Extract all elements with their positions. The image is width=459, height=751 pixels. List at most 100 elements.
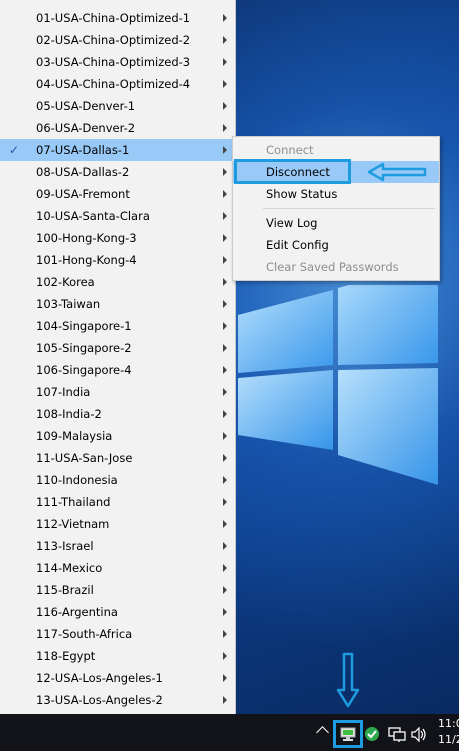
submenu-separator xyxy=(263,208,435,209)
menu-item-label: 108-India-2 xyxy=(36,407,102,421)
menu-item[interactable]: 03-USA-China-Optimized-3 xyxy=(0,51,235,73)
menu-item[interactable]: 10-USA-Santa-Clara xyxy=(0,205,235,227)
menu-item[interactable]: 108-India-2 xyxy=(0,403,235,425)
menu-item-label: 09-USA-Fremont xyxy=(36,187,130,201)
menu-item[interactable]: 118-Egypt xyxy=(0,645,235,667)
submenu-arrow-icon xyxy=(223,234,227,242)
menu-item-label: 115-Brazil xyxy=(36,583,94,597)
submenu-arrow-icon xyxy=(223,696,227,704)
menu-item-label: 08-USA-Dallas-2 xyxy=(36,165,130,179)
menu-item-label: 100-Hong-Kong-3 xyxy=(36,231,137,245)
submenu-item[interactable]: Show Status xyxy=(233,183,439,205)
submenu-item-label: Edit Config xyxy=(266,238,329,252)
menu-item[interactable]: 04-USA-China-Optimized-4 xyxy=(0,73,235,95)
menu-item[interactable]: 100-Hong-Kong-3 xyxy=(0,227,235,249)
menu-item-label: 107-India xyxy=(36,385,91,399)
submenu-arrow-icon xyxy=(223,278,227,286)
menu-item-label: 05-USA-Denver-1 xyxy=(36,99,136,113)
submenu-arrow-icon xyxy=(223,102,227,110)
menu-item[interactable]: 12-USA-Los-Angeles-1 xyxy=(0,667,235,689)
menu-item[interactable]: 107-India xyxy=(0,381,235,403)
menu-item[interactable]: 106-Singapore-4 xyxy=(0,359,235,381)
menu-item[interactable]: 110-Indonesia xyxy=(0,469,235,491)
menu-item[interactable]: 115-Brazil xyxy=(0,579,235,601)
clock-date: 11/2 xyxy=(438,733,459,746)
submenu-arrow-icon xyxy=(223,674,227,682)
menu-item[interactable]: 114-Mexico xyxy=(0,557,235,579)
server-list-menu: 01-USA-China-Optimized-1 02-USA-China-Opt… xyxy=(0,0,236,751)
menu-item[interactable]: 103-Taiwan xyxy=(0,293,235,315)
submenu-arrow-icon xyxy=(223,410,227,418)
menu-item[interactable]: 11-USA-San-Jose xyxy=(0,447,235,469)
menu-item[interactable]: ✓ 07-USA-Dallas-1 xyxy=(0,139,235,161)
clock-time: 11:0 xyxy=(438,717,459,730)
menu-item[interactable]: 117-South-Africa xyxy=(0,623,235,645)
submenu-item: Clear Saved Passwords xyxy=(233,256,439,278)
menu-item[interactable]: 116-Argentina xyxy=(0,601,235,623)
tray-icon-highlight-box xyxy=(333,720,363,748)
menu-item-label: 105-Singapore-2 xyxy=(36,341,132,355)
submenu-item: Connect xyxy=(233,139,439,161)
connection-submenu: Connect Disconnect Show Status View Log Edit… xyxy=(232,136,440,281)
submenu-arrow-icon xyxy=(223,388,227,396)
submenu-arrow-icon xyxy=(223,212,227,220)
menu-item-label: 110-Indonesia xyxy=(36,473,118,487)
menu-item-label: 06-USA-Denver-2 xyxy=(36,121,136,135)
menu-item[interactable]: 01-USA-China-Optimized-1 xyxy=(0,7,235,29)
submenu-item-label: View Log xyxy=(266,216,318,230)
network-icon[interactable] xyxy=(388,726,406,743)
menu-item[interactable]: 102-Korea xyxy=(0,271,235,293)
security-check-icon[interactable] xyxy=(364,726,380,742)
volume-icon[interactable] xyxy=(411,727,427,742)
menu-item-label: 10-USA-Santa-Clara xyxy=(36,209,150,223)
submenu-arrow-icon xyxy=(223,564,227,572)
menu-item[interactable]: 101-Hong-Kong-4 xyxy=(0,249,235,271)
arrow-down-icon xyxy=(336,652,360,708)
menu-item-label: 102-Korea xyxy=(36,275,95,289)
menu-item[interactable]: 13-USA-Los-Angeles-2 xyxy=(0,689,235,711)
menu-item-label: 07-USA-Dallas-1 xyxy=(36,143,130,157)
submenu-arrow-icon xyxy=(223,146,227,154)
menu-item[interactable]: 111-Thailand xyxy=(0,491,235,513)
arrow-left-icon xyxy=(367,162,427,182)
submenu-item[interactable]: View Log xyxy=(233,212,439,234)
menu-item-label: 02-USA-China-Optimized-2 xyxy=(36,33,191,47)
menu-item-label: 101-Hong-Kong-4 xyxy=(36,253,137,267)
menu-item[interactable]: 02-USA-China-Optimized-2 xyxy=(0,29,235,51)
menu-item-label: 117-South-Africa xyxy=(36,627,133,641)
submenu-arrow-icon xyxy=(223,520,227,528)
submenu-arrow-icon xyxy=(223,366,227,374)
menu-item-label: 112-Vietnam xyxy=(36,517,110,531)
menu-item-label: 114-Mexico xyxy=(36,561,103,575)
menu-item[interactable]: 08-USA-Dallas-2 xyxy=(0,161,235,183)
menu-item[interactable]: 06-USA-Denver-2 xyxy=(0,117,235,139)
submenu-arrow-icon xyxy=(223,14,227,22)
submenu-arrow-icon xyxy=(223,36,227,44)
menu-item[interactable]: 113-Israel xyxy=(0,535,235,557)
submenu-arrow-icon xyxy=(223,652,227,660)
menu-item-label: 109-Malaysia xyxy=(36,429,113,443)
menu-item[interactable]: 05-USA-Denver-1 xyxy=(0,95,235,117)
menu-item-label: 13-USA-Los-Angeles-2 xyxy=(36,693,163,707)
checkmark-icon: ✓ xyxy=(9,143,20,157)
menu-item-label: 118-Egypt xyxy=(36,649,96,663)
menu-item-label: 113-Israel xyxy=(36,539,94,553)
menu-item-label: 104-Singapore-1 xyxy=(36,319,132,333)
menu-item[interactable]: 105-Singapore-2 xyxy=(0,337,235,359)
submenu-arrow-icon xyxy=(223,58,227,66)
menu-item[interactable]: 109-Malaysia xyxy=(0,425,235,447)
submenu-arrow-icon xyxy=(223,608,227,616)
submenu-arrow-icon xyxy=(223,476,227,484)
menu-item[interactable]: 09-USA-Fremont xyxy=(0,183,235,205)
submenu-item[interactable]: Edit Config xyxy=(233,234,439,256)
taskbar-clock[interactable]: 11:0 11/2 xyxy=(438,716,459,748)
menu-item-label: 103-Taiwan xyxy=(36,297,101,311)
windows-logo xyxy=(238,285,438,485)
submenu-item-label: Connect xyxy=(266,143,314,157)
submenu-item-label: Show Status xyxy=(266,187,338,201)
menu-item[interactable]: 104-Singapore-1 xyxy=(0,315,235,337)
menu-item[interactable]: 112-Vietnam xyxy=(0,513,235,535)
menu-item-label: 116-Argentina xyxy=(36,605,118,619)
submenu-arrow-icon xyxy=(223,498,227,506)
menu-item-label: 01-USA-China-Optimized-1 xyxy=(36,11,191,25)
